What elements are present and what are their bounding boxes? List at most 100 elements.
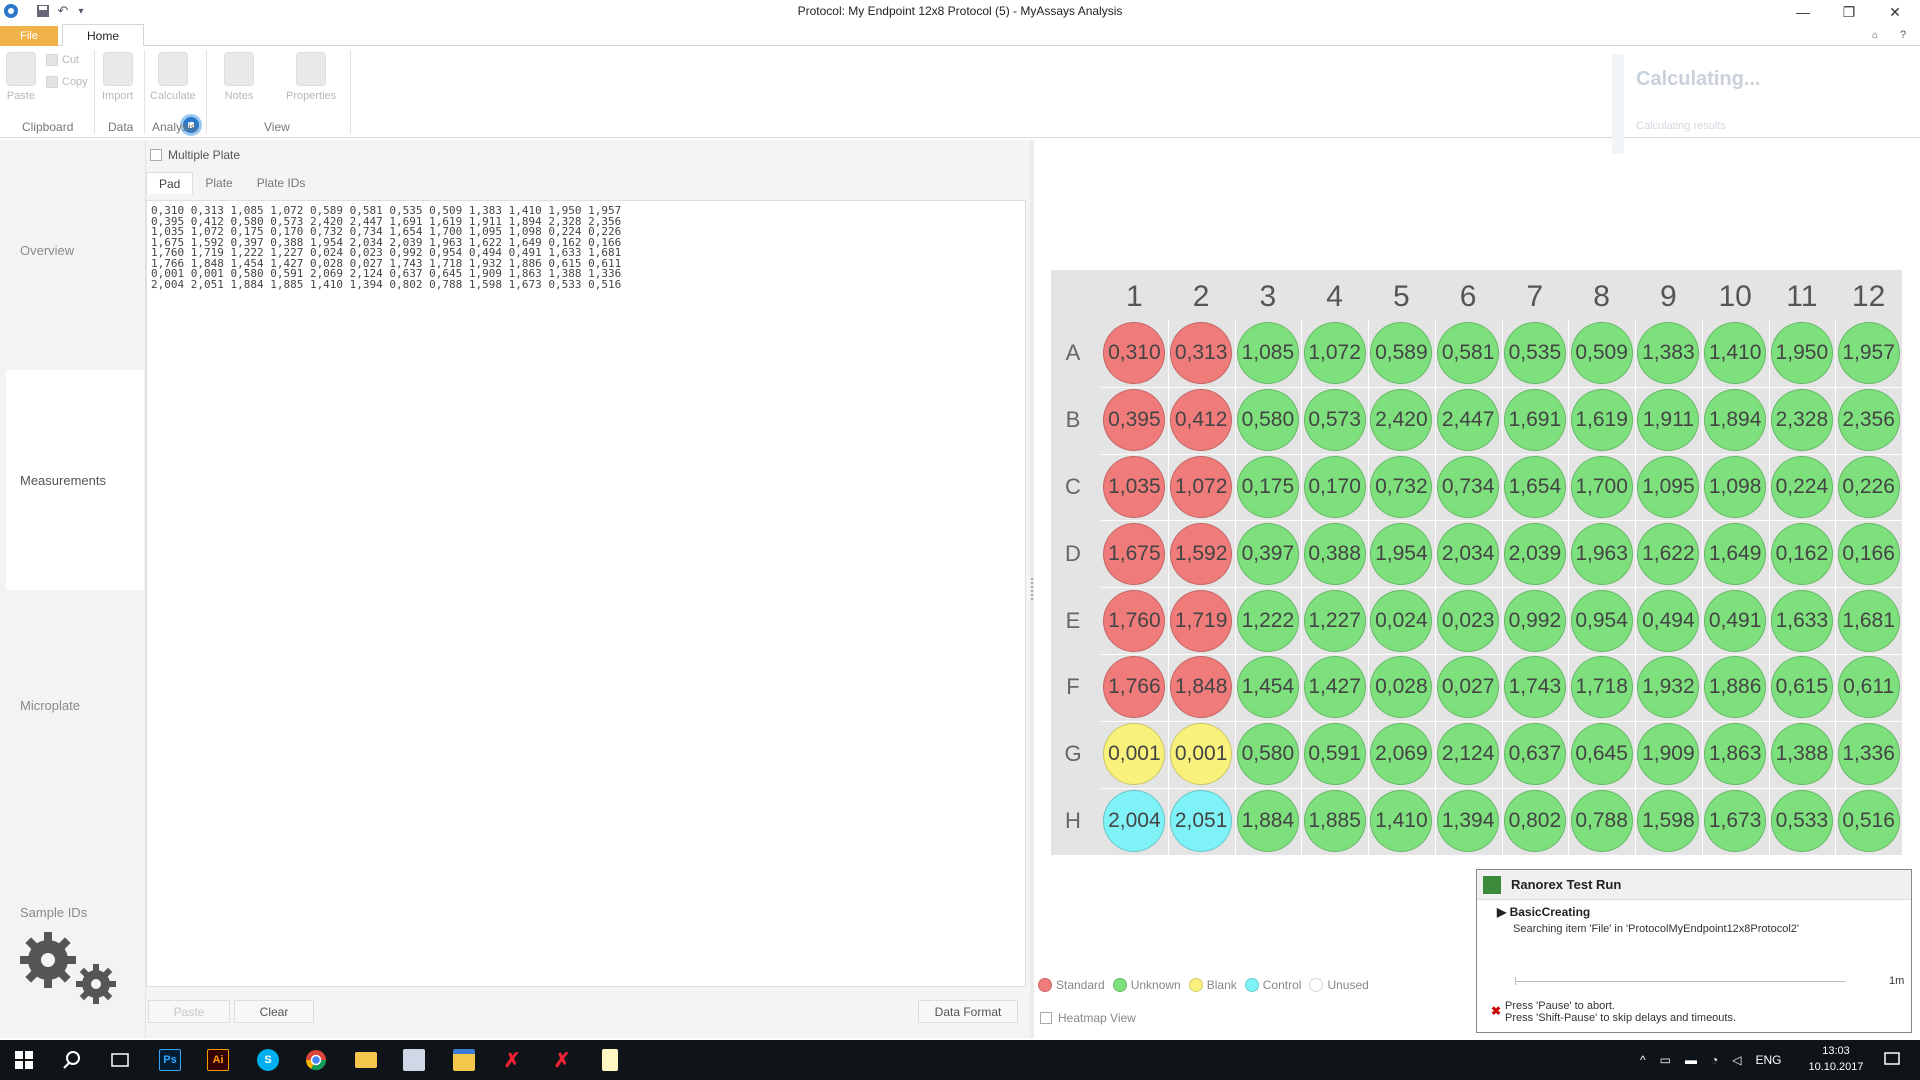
well-D1[interactable]: 1,675 [1103,522,1166,585]
well-B8[interactable]: 1,619 [1570,389,1633,452]
help-icon[interactable]: ? [1894,26,1912,44]
network-icon[interactable]: ◔ [1711,1053,1718,1067]
volume-icon[interactable]: ◁ [1732,1053,1741,1067]
well-D6[interactable]: 2,034 [1437,522,1500,585]
well-A10[interactable]: 1,410 [1704,322,1767,385]
well-F5[interactable]: 0,028 [1370,656,1433,719]
well-H4[interactable]: 1,885 [1303,790,1366,852]
action-center-icon[interactable] [1868,1040,1916,1080]
well-E12[interactable]: 1,681 [1837,589,1900,652]
settings-gears-icon[interactable] [18,932,118,1012]
heatmap-view-option[interactable]: Heatmap View [1040,1011,1136,1025]
well-H7[interactable]: 0,802 [1503,790,1566,852]
skype-icon[interactable]: S [244,1040,292,1080]
well-G3[interactable]: 0,580 [1236,723,1299,786]
well-C2[interactable]: 1,072 [1170,456,1233,518]
ranorex-studio-icon[interactable]: ✗ [538,1040,586,1080]
well-D5[interactable]: 1,954 [1370,522,1433,585]
well-A5[interactable]: 0,589 [1370,322,1433,385]
well-B12[interactable]: 2,356 [1837,389,1900,452]
tab-plate[interactable]: Plate [193,172,244,194]
well-E5[interactable]: 0,024 [1370,589,1433,652]
minimize-ribbon-icon[interactable]: ⌂ [1866,26,1884,44]
well-A4[interactable]: 1,072 [1303,322,1366,385]
well-G4[interactable]: 0,591 [1303,723,1366,786]
well-A12[interactable]: 1,957 [1837,322,1900,385]
language-indicator[interactable]: ENG [1755,1053,1781,1067]
well-C1[interactable]: 1,035 [1103,456,1166,518]
well-H5[interactable]: 1,410 [1370,790,1433,852]
well-E1[interactable]: 1,760 [1103,589,1166,652]
well-E10[interactable]: 0,491 [1704,589,1767,652]
well-D11[interactable]: 0,162 [1770,522,1833,585]
well-D2[interactable]: 1,592 [1170,522,1233,585]
well-F3[interactable]: 1,454 [1236,656,1299,719]
taskbar-clock[interactable]: 13:03 10.10.2017 [1806,1043,1866,1075]
calculate-button[interactable]: Calculate [150,52,196,102]
well-B9[interactable]: 1,911 [1637,389,1700,452]
multiple-plate-option[interactable]: Multiple Plate [150,148,240,162]
snipping-icon[interactable] [390,1040,438,1080]
well-D4[interactable]: 0,388 [1303,522,1366,585]
tablet-icon[interactable]: ▭ [1660,1053,1671,1067]
well-D8[interactable]: 1,963 [1570,522,1633,585]
well-F10[interactable]: 1,886 [1704,656,1767,719]
clear-button[interactable]: Clear [234,1000,314,1023]
well-A1[interactable]: 0,310 [1103,322,1166,385]
restore-button[interactable]: ❐ [1826,0,1872,24]
well-F7[interactable]: 1,743 [1503,656,1566,719]
well-F6[interactable]: 0,027 [1437,656,1500,719]
well-C6[interactable]: 0,734 [1437,456,1500,518]
well-F1[interactable]: 1,766 [1103,656,1166,719]
ranorex-icon[interactable]: ✗ [488,1040,536,1080]
well-D7[interactable]: 2,039 [1503,522,1566,585]
well-H2[interactable]: 2,051 [1170,790,1233,852]
well-C12[interactable]: 0,226 [1837,456,1900,518]
well-C11[interactable]: 0,224 [1770,456,1833,518]
file-tab[interactable]: File [0,26,58,46]
well-E6[interactable]: 0,023 [1437,589,1500,652]
well-B10[interactable]: 1,894 [1704,389,1767,452]
well-C8[interactable]: 1,700 [1570,456,1633,518]
well-E8[interactable]: 0,954 [1570,589,1633,652]
well-E2[interactable]: 1,719 [1170,589,1233,652]
well-B5[interactable]: 2,420 [1370,389,1433,452]
well-D12[interactable]: 0,166 [1837,522,1900,585]
well-G7[interactable]: 0,637 [1503,723,1566,786]
well-B2[interactable]: 0,412 [1170,389,1233,452]
well-H9[interactable]: 1,598 [1637,790,1700,852]
well-E9[interactable]: 0,494 [1637,589,1700,652]
search-icon[interactable] [48,1040,96,1080]
minimize-button[interactable]: — [1780,0,1826,24]
close-button[interactable]: ✕ [1872,0,1918,24]
well-B7[interactable]: 1,691 [1503,389,1566,452]
well-H10[interactable]: 1,673 [1704,790,1767,852]
paste-ribbon-button[interactable]: Paste [6,52,36,102]
well-E7[interactable]: 0,992 [1503,589,1566,652]
well-B1[interactable]: 0,395 [1103,389,1166,452]
well-E11[interactable]: 1,633 [1770,589,1833,652]
illustrator-icon[interactable]: Ai [194,1040,242,1080]
well-H3[interactable]: 1,884 [1236,790,1299,852]
well-A2[interactable]: 0,313 [1170,322,1233,385]
copy-button[interactable]: Copy [46,76,88,88]
well-C7[interactable]: 1,654 [1503,456,1566,518]
well-F2[interactable]: 1,848 [1170,656,1233,719]
home-tab[interactable]: Home [62,24,144,47]
well-C3[interactable]: 0,175 [1236,456,1299,518]
notes-button[interactable]: Notes [224,52,254,102]
well-H11[interactable]: 0,533 [1770,790,1833,852]
notepad-icon[interactable] [586,1040,634,1080]
well-F4[interactable]: 1,427 [1303,656,1366,719]
well-G11[interactable]: 1,388 [1770,723,1833,786]
well-G12[interactable]: 1,336 [1837,723,1900,786]
battery-icon[interactable]: ▬ [1685,1053,1697,1067]
well-H8[interactable]: 0,788 [1570,790,1633,852]
well-D9[interactable]: 1,622 [1637,522,1700,585]
start-icon[interactable] [0,1040,48,1080]
properties-button[interactable]: Properties [286,52,336,102]
store-icon[interactable] [440,1040,488,1080]
well-A11[interactable]: 1,950 [1770,322,1833,385]
well-G8[interactable]: 0,645 [1570,723,1633,786]
well-H12[interactable]: 0,516 [1837,790,1900,852]
